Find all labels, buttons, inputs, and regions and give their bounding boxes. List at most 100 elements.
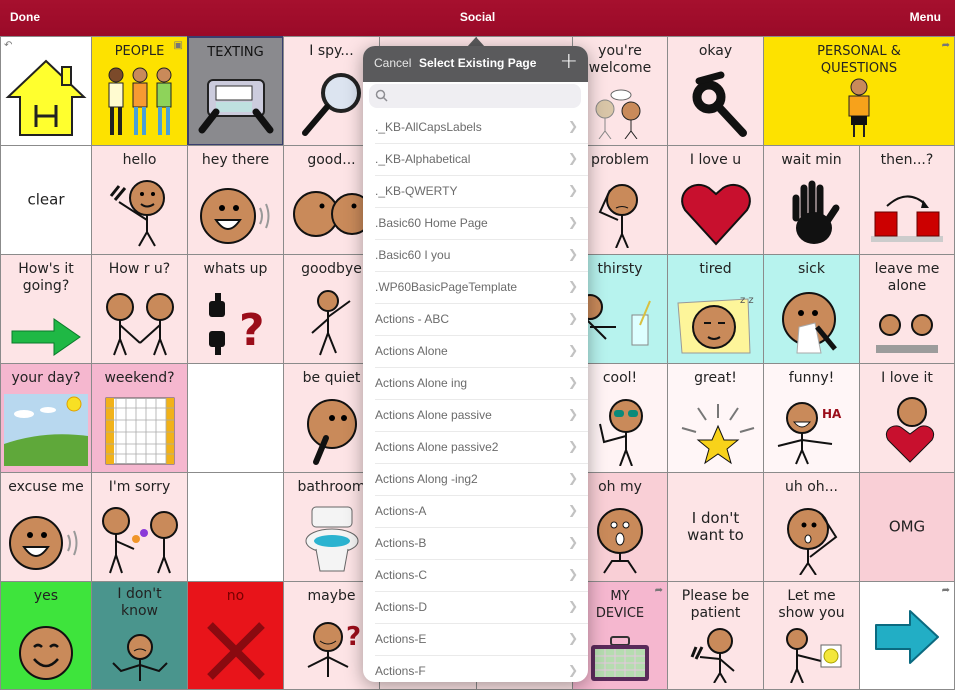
- hello-button[interactable]: hello: [91, 145, 188, 255]
- sleeping-face-icon: z z: [676, 295, 754, 354]
- svg-text:?: ?: [239, 305, 265, 356]
- please-be-patient-button[interactable]: Please be patient: [667, 581, 764, 690]
- happy-face-icon: [19, 626, 73, 680]
- ok-hand-icon: [692, 71, 747, 137]
- select-page-popover: Cancel Select Existing Page + ._KB-AllCa…: [363, 46, 588, 682]
- page-name: ._KB-AllCapsLabels: [375, 120, 482, 134]
- page-name: Actions-C: [375, 568, 428, 582]
- chevron-right-icon: ❯: [567, 215, 578, 229]
- chevron-right-icon: ❯: [567, 631, 578, 645]
- top-bar: Done Social Menu: [0, 0, 955, 36]
- svg-text:z z: z z: [740, 295, 754, 306]
- uh-oh-person-icon: [786, 508, 837, 575]
- texting-button[interactable]: TEXTING: [187, 36, 284, 146]
- hey-there-button[interactable]: hey there: [187, 145, 284, 255]
- kissing-faces-icon: [292, 191, 372, 237]
- yes-button[interactable]: yes: [0, 581, 92, 690]
- personal-questions-button[interactable]: ➦ PERSONAL & QUESTIONS: [763, 36, 955, 146]
- tired-button[interactable]: tired z z: [667, 254, 764, 364]
- folder-link-icon: ➦: [941, 585, 950, 596]
- page-list-item[interactable]: Actions Alone passive ❯: [375, 400, 588, 432]
- x-icon: [206, 622, 265, 680]
- page-list-item[interactable]: Actions-F ❯: [375, 656, 588, 682]
- svg-text:?: ?: [346, 622, 361, 652]
- page-name: Actions-F: [375, 664, 426, 678]
- chevron-right-icon: ❯: [567, 343, 578, 357]
- how-r-u-button[interactable]: How r u?: [91, 254, 188, 364]
- then-button[interactable]: then...?: [859, 145, 955, 255]
- phone-icon: [198, 79, 273, 134]
- uh-oh-button[interactable]: uh oh...: [763, 472, 860, 582]
- i-dont-want-to-button[interactable]: I don't want to: [667, 472, 764, 582]
- chevron-right-icon: ❯: [567, 183, 578, 197]
- page-list-item[interactable]: Actions-A ❯: [375, 496, 588, 528]
- page-name: Actions Alone passive2: [375, 440, 499, 454]
- next-page-button[interactable]: ➦: [859, 581, 955, 690]
- clear-button[interactable]: clear: [0, 145, 92, 255]
- search-field[interactable]: [369, 84, 581, 108]
- hows-it-going-button[interactable]: How's it going?: [0, 254, 92, 364]
- funny-button[interactable]: funny! HA: [763, 363, 860, 473]
- apology-people-icon: [101, 507, 178, 574]
- page-list-item[interactable]: ._KB-AllCapsLabels ❯: [375, 112, 588, 144]
- page-list-item[interactable]: Actions-B ❯: [375, 528, 588, 560]
- page-list-item[interactable]: Actions Alone ing ❯: [375, 368, 588, 400]
- i-love-u-button[interactable]: I love u: [667, 145, 764, 255]
- page-list-item[interactable]: ._KB-QWERTY ❯: [375, 176, 588, 208]
- page-name: Actions-A: [375, 504, 427, 518]
- smiling-face-icon: [9, 516, 78, 570]
- page-list-item[interactable]: .WP60BasicPageTemplate ❯: [375, 272, 588, 304]
- people-button[interactable]: ▣ PEOPLE: [91, 36, 188, 146]
- page-list-item[interactable]: .Basic60 Home Page ❯: [375, 208, 588, 240]
- chevron-right-icon: ❯: [567, 439, 578, 453]
- page-list-item[interactable]: Actions - ABC ❯: [375, 304, 588, 336]
- page-list-item[interactable]: Actions Alone ❯: [375, 336, 588, 368]
- sick-button[interactable]: sick: [763, 254, 860, 364]
- popover-header: Cancel Select Existing Page +: [363, 46, 588, 82]
- menu-button[interactable]: Menu: [910, 10, 941, 24]
- no-button[interactable]: no: [187, 581, 284, 690]
- chevron-right-icon: ❯: [567, 151, 578, 165]
- im-sorry-button[interactable]: I'm sorry: [91, 472, 188, 582]
- person-icon: [848, 78, 870, 137]
- add-page-button[interactable]: +: [560, 50, 578, 74]
- chevron-right-icon: ❯: [567, 663, 578, 677]
- page-list-item[interactable]: .Basic60 I you ❯: [375, 240, 588, 272]
- page-list-item[interactable]: Actions-D ❯: [375, 592, 588, 624]
- chevron-right-icon: ❯: [567, 567, 578, 581]
- page-name: Actions - ABC: [375, 312, 450, 326]
- let-me-show-you-button[interactable]: Let me show you: [763, 581, 860, 690]
- omg-button[interactable]: OMG: [859, 472, 955, 582]
- hugging-heart-icon: [886, 397, 934, 463]
- page-list-item[interactable]: Actions Along -ing2 ❯: [375, 464, 588, 496]
- your-day-button[interactable]: your day?: [0, 363, 92, 473]
- chevron-right-icon: ❯: [567, 311, 578, 325]
- weekend-button[interactable]: weekend?: [91, 363, 188, 473]
- excuse-me-button[interactable]: excuse me: [0, 472, 92, 582]
- page-name: Actions-B: [375, 536, 427, 550]
- page-name: ._KB-Alphabetical: [375, 152, 471, 166]
- i-dont-know-button[interactable]: I don't know: [91, 581, 188, 690]
- blue-arrow-icon: [875, 610, 939, 664]
- search-input[interactable]: [393, 86, 577, 108]
- page-title: Social: [459, 10, 496, 24]
- wait-min-button[interactable]: wait min: [763, 145, 860, 255]
- i-love-it-button[interactable]: I love it: [859, 363, 955, 473]
- shrug-person-icon: [111, 634, 168, 681]
- showing-person-icon: [785, 628, 841, 683]
- great-button[interactable]: great!: [667, 363, 764, 473]
- page-list-item[interactable]: Actions-E ❯: [375, 624, 588, 656]
- whats-up-button[interactable]: whats up ?: [187, 254, 284, 364]
- home-button[interactable]: ↶: [0, 36, 92, 146]
- laughing-person-icon: HA: [777, 402, 842, 465]
- empty-cell[interactable]: [187, 363, 284, 473]
- leave-me-alone-button[interactable]: leave me alone: [859, 254, 955, 364]
- chevron-right-icon: ❯: [567, 599, 578, 613]
- page-list-item[interactable]: Actions-C ❯: [375, 560, 588, 592]
- page-list-item[interactable]: ._KB-Alphabetical ❯: [375, 144, 588, 176]
- okay-button[interactable]: okay: [667, 36, 764, 146]
- empty-cell[interactable]: [187, 472, 284, 582]
- thumbs-question-icon: ?: [208, 293, 265, 356]
- cancel-button[interactable]: Cancel: [374, 56, 411, 70]
- page-list-item[interactable]: Actions Alone passive2 ❯: [375, 432, 588, 464]
